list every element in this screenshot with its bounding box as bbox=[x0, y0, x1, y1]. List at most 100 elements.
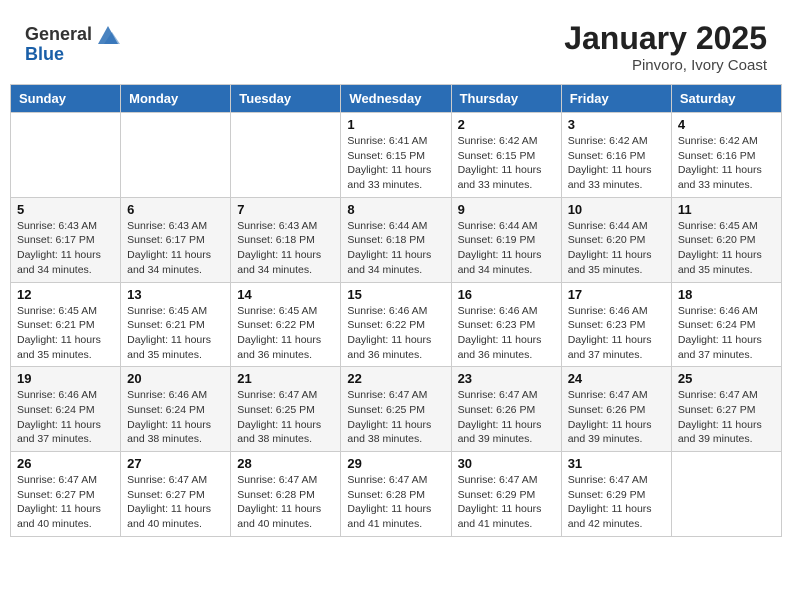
day-info: Sunrise: 6:43 AM Sunset: 6:17 PM Dayligh… bbox=[127, 219, 224, 278]
day-number: 24 bbox=[568, 371, 665, 386]
day-info: Sunrise: 6:41 AM Sunset: 6:15 PM Dayligh… bbox=[347, 134, 444, 193]
title-block: January 2025 Pinvoro, Ivory Coast bbox=[564, 20, 767, 74]
day-cell bbox=[11, 113, 121, 198]
weekday-header-thursday: Thursday bbox=[451, 85, 561, 113]
day-info: Sunrise: 6:47 AM Sunset: 6:26 PM Dayligh… bbox=[458, 388, 555, 447]
day-cell: 13 Sunrise: 6:45 AM Sunset: 6:21 PM Dayli… bbox=[121, 282, 231, 367]
day-cell: 8Sunrise: 6:44 AM Sunset: 6:18 PM Daylig… bbox=[341, 197, 451, 282]
week-row-3: 12 Sunrise: 6:45 AM Sunset: 6:21 PM Dayli… bbox=[11, 282, 782, 367]
day-number: 19 bbox=[17, 371, 114, 386]
location-subtitle: Pinvoro, Ivory Coast bbox=[564, 57, 767, 74]
day-cell bbox=[121, 113, 231, 198]
day-info: Sunrise: 6:47 AM Sunset: 6:25 PM Dayligh… bbox=[237, 388, 334, 447]
day-info: Sunrise: 6:44 AM Sunset: 6:20 PM Dayligh… bbox=[568, 219, 665, 278]
day-number: 5 bbox=[17, 202, 114, 217]
day-info: Sunrise: 6:43 AM Sunset: 6:18 PM Dayligh… bbox=[237, 219, 334, 278]
month-year-title: January 2025 bbox=[564, 20, 767, 57]
day-info: Sunrise: 6:47 AM Sunset: 6:29 PM Dayligh… bbox=[458, 473, 555, 532]
day-cell: 26Sunrise: 6:47 AM Sunset: 6:27 PM Dayli… bbox=[11, 452, 121, 537]
day-info: Sunrise: 6:45 AM Sunset: 6:21 PM Dayligh… bbox=[17, 304, 114, 363]
weekday-header-friday: Friday bbox=[561, 85, 671, 113]
page-header: General Blue January 2025 Pinvoro, Ivory… bbox=[10, 10, 782, 79]
day-cell: 10Sunrise: 6:44 AM Sunset: 6:20 PM Dayli… bbox=[561, 197, 671, 282]
day-info: Sunrise: 6:46 AM Sunset: 6:23 PM Dayligh… bbox=[458, 304, 555, 363]
weekday-header-monday: Monday bbox=[121, 85, 231, 113]
day-info: Sunrise: 6:47 AM Sunset: 6:27 PM Dayligh… bbox=[678, 388, 775, 447]
day-info: Sunrise: 6:47 AM Sunset: 6:29 PM Dayligh… bbox=[568, 473, 665, 532]
day-number: 21 bbox=[237, 371, 334, 386]
day-info: Sunrise: 6:42 AM Sunset: 6:16 PM Dayligh… bbox=[678, 134, 775, 193]
day-info: Sunrise: 6:42 AM Sunset: 6:16 PM Dayligh… bbox=[568, 134, 665, 193]
day-cell: 31Sunrise: 6:47 AM Sunset: 6:29 PM Dayli… bbox=[561, 452, 671, 537]
day-number: 4 bbox=[678, 117, 775, 132]
day-cell: 20Sunrise: 6:46 AM Sunset: 6:24 PM Dayli… bbox=[121, 367, 231, 452]
day-number: 23 bbox=[458, 371, 555, 386]
day-cell: 24 Sunrise: 6:47 AM Sunset: 6:26 PM Dayli… bbox=[561, 367, 671, 452]
day-number: 3 bbox=[568, 117, 665, 132]
day-cell: 11 Sunrise: 6:45 AM Sunset: 6:20 PM Dayli… bbox=[671, 197, 781, 282]
week-row-4: 19 Sunrise: 6:46 AM Sunset: 6:24 PM Dayli… bbox=[11, 367, 782, 452]
day-number: 11 bbox=[678, 202, 775, 217]
day-number: 9 bbox=[458, 202, 555, 217]
day-cell: 7 Sunrise: 6:43 AM Sunset: 6:18 PM Daylig… bbox=[231, 197, 341, 282]
day-info: Sunrise: 6:45 AM Sunset: 6:21 PM Dayligh… bbox=[127, 304, 224, 363]
day-cell: 14Sunrise: 6:45 AM Sunset: 6:22 PM Dayli… bbox=[231, 282, 341, 367]
day-number: 29 bbox=[347, 456, 444, 471]
day-number: 2 bbox=[458, 117, 555, 132]
weekday-header-saturday: Saturday bbox=[671, 85, 781, 113]
day-cell: 17 Sunrise: 6:46 AM Sunset: 6:23 PM Dayli… bbox=[561, 282, 671, 367]
day-cell bbox=[671, 452, 781, 537]
day-number: 16 bbox=[458, 287, 555, 302]
weekday-header-sunday: Sunday bbox=[11, 85, 121, 113]
day-cell: 1 Sunrise: 6:41 AM Sunset: 6:15 PM Daylig… bbox=[341, 113, 451, 198]
day-cell: 12 Sunrise: 6:45 AM Sunset: 6:21 PM Dayli… bbox=[11, 282, 121, 367]
day-number: 17 bbox=[568, 287, 665, 302]
day-number: 8 bbox=[347, 202, 444, 217]
day-cell: 23 Sunrise: 6:47 AM Sunset: 6:26 PM Dayli… bbox=[451, 367, 561, 452]
week-row-1: 1 Sunrise: 6:41 AM Sunset: 6:15 PM Daylig… bbox=[11, 113, 782, 198]
week-row-5: 26Sunrise: 6:47 AM Sunset: 6:27 PM Dayli… bbox=[11, 452, 782, 537]
day-cell: 25 Sunrise: 6:47 AM Sunset: 6:27 PM Dayli… bbox=[671, 367, 781, 452]
day-info: Sunrise: 6:46 AM Sunset: 6:24 PM Dayligh… bbox=[127, 388, 224, 447]
day-info: Sunrise: 6:47 AM Sunset: 6:28 PM Dayligh… bbox=[347, 473, 444, 532]
day-number: 22 bbox=[347, 371, 444, 386]
day-number: 15 bbox=[347, 287, 444, 302]
day-info: Sunrise: 6:47 AM Sunset: 6:28 PM Dayligh… bbox=[237, 473, 334, 532]
day-cell: 30 Sunrise: 6:47 AM Sunset: 6:29 PM Dayli… bbox=[451, 452, 561, 537]
day-info: Sunrise: 6:46 AM Sunset: 6:23 PM Dayligh… bbox=[568, 304, 665, 363]
day-info: Sunrise: 6:46 AM Sunset: 6:24 PM Dayligh… bbox=[17, 388, 114, 447]
day-info: Sunrise: 6:46 AM Sunset: 6:24 PM Dayligh… bbox=[678, 304, 775, 363]
day-number: 6 bbox=[127, 202, 224, 217]
logo: General Blue bbox=[25, 20, 122, 65]
day-number: 13 bbox=[127, 287, 224, 302]
logo-general: General bbox=[25, 24, 92, 45]
day-cell: 5 Sunrise: 6:43 AM Sunset: 6:17 PM Daylig… bbox=[11, 197, 121, 282]
day-info: Sunrise: 6:46 AM Sunset: 6:22 PM Dayligh… bbox=[347, 304, 444, 363]
day-cell: 27 Sunrise: 6:47 AM Sunset: 6:27 PM Dayli… bbox=[121, 452, 231, 537]
day-info: Sunrise: 6:47 AM Sunset: 6:27 PM Dayligh… bbox=[17, 473, 114, 532]
day-info: Sunrise: 6:47 AM Sunset: 6:27 PM Dayligh… bbox=[127, 473, 224, 532]
day-cell: 18 Sunrise: 6:46 AM Sunset: 6:24 PM Dayli… bbox=[671, 282, 781, 367]
logo-blue: Blue bbox=[25, 44, 64, 65]
day-info: Sunrise: 6:47 AM Sunset: 6:25 PM Dayligh… bbox=[347, 388, 444, 447]
day-number: 25 bbox=[678, 371, 775, 386]
day-number: 7 bbox=[237, 202, 334, 217]
day-number: 12 bbox=[17, 287, 114, 302]
day-number: 30 bbox=[458, 456, 555, 471]
day-info: Sunrise: 6:45 AM Sunset: 6:22 PM Dayligh… bbox=[237, 304, 334, 363]
day-cell: 9Sunrise: 6:44 AM Sunset: 6:19 PM Daylig… bbox=[451, 197, 561, 282]
day-cell: 2Sunrise: 6:42 AM Sunset: 6:15 PM Daylig… bbox=[451, 113, 561, 198]
day-cell: 21 Sunrise: 6:47 AM Sunset: 6:25 PM Dayli… bbox=[231, 367, 341, 452]
day-info: Sunrise: 6:47 AM Sunset: 6:26 PM Dayligh… bbox=[568, 388, 665, 447]
day-cell: 3 Sunrise: 6:42 AM Sunset: 6:16 PM Daylig… bbox=[561, 113, 671, 198]
weekday-header-row: SundayMondayTuesdayWednesdayThursdayFrid… bbox=[11, 85, 782, 113]
day-info: Sunrise: 6:45 AM Sunset: 6:20 PM Dayligh… bbox=[678, 219, 775, 278]
day-cell: 4 Sunrise: 6:42 AM Sunset: 6:16 PM Daylig… bbox=[671, 113, 781, 198]
weekday-header-wednesday: Wednesday bbox=[341, 85, 451, 113]
day-number: 1 bbox=[347, 117, 444, 132]
day-number: 18 bbox=[678, 287, 775, 302]
logo-icon bbox=[94, 20, 122, 48]
day-number: 27 bbox=[127, 456, 224, 471]
day-cell: 22 Sunrise: 6:47 AM Sunset: 6:25 PM Dayli… bbox=[341, 367, 451, 452]
day-info: Sunrise: 6:43 AM Sunset: 6:17 PM Dayligh… bbox=[17, 219, 114, 278]
